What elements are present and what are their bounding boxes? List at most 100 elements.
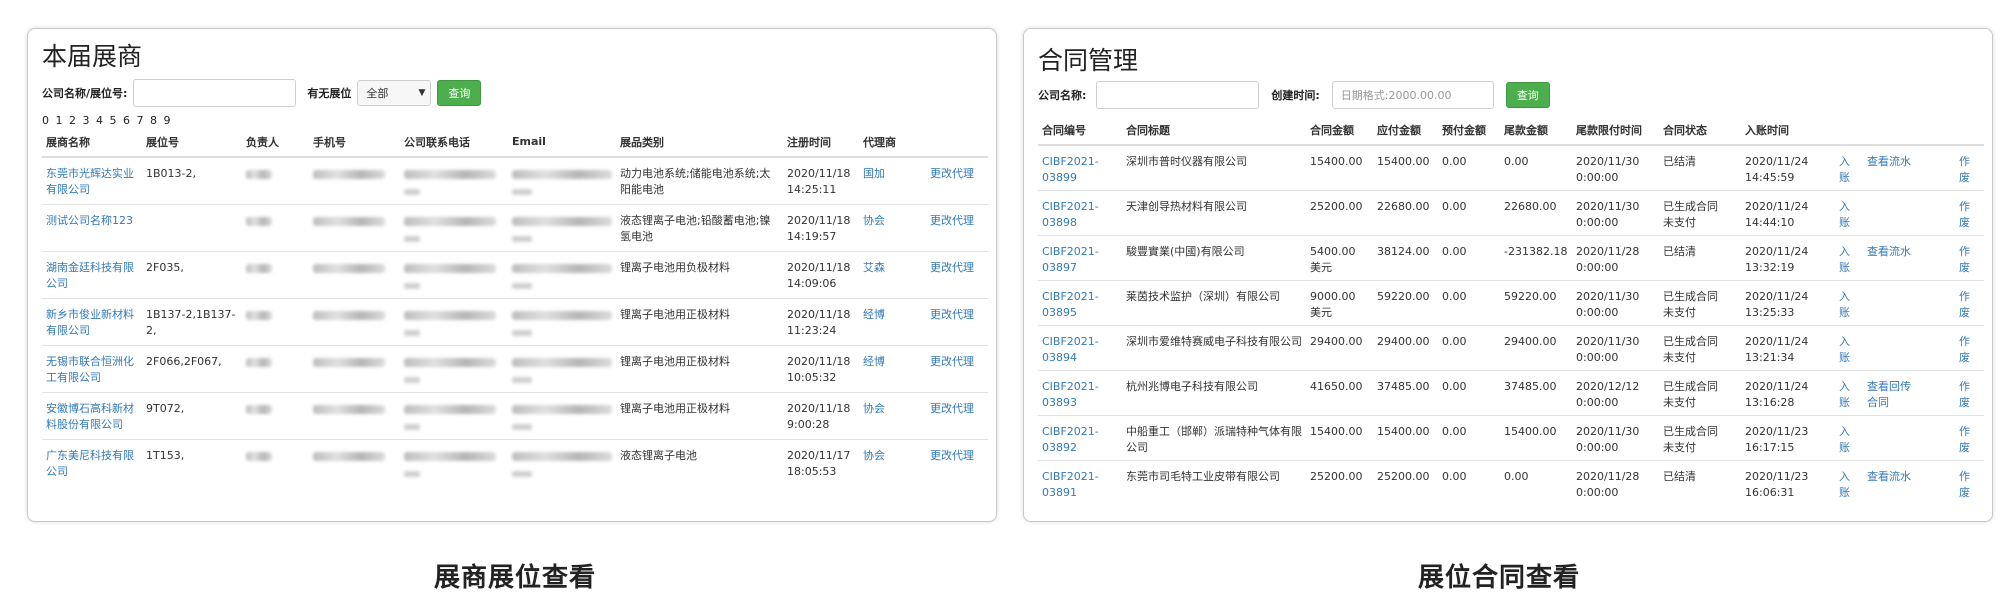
column-header[interactable]: 展位号 xyxy=(142,127,242,158)
contract-id-line[interactable]: 03898 xyxy=(1042,215,1118,231)
void-link-line[interactable]: 废 xyxy=(1959,305,1980,321)
post-entry-link-line[interactable]: 账 xyxy=(1839,440,1859,456)
contract-id-line[interactable]: 03897 xyxy=(1042,260,1118,276)
post-entry-link-line[interactable]: 入 xyxy=(1839,424,1859,440)
agent-link[interactable]: 国加 xyxy=(863,167,885,180)
view-record-link-line[interactable]: 查看流水 xyxy=(1867,154,1951,170)
column-header[interactable]: 公司联系电话 xyxy=(400,127,508,158)
post-entry-link-line[interactable]: 账 xyxy=(1839,215,1859,231)
contract-id-line[interactable]: 03899 xyxy=(1042,170,1118,186)
column-header[interactable]: 展品类别 xyxy=(616,127,783,158)
contract-id-line[interactable]: CIBF2021- xyxy=(1042,244,1118,260)
void-link-line[interactable]: 废 xyxy=(1959,260,1980,276)
change-agent-link[interactable]: 更改代理 xyxy=(930,308,974,321)
contract-id-line[interactable]: CIBF2021- xyxy=(1042,199,1118,215)
view-record-link-line[interactable]: 合同 xyxy=(1867,395,1951,411)
void-link-line[interactable]: 作 xyxy=(1959,424,1980,440)
void-link-line[interactable]: 废 xyxy=(1959,215,1980,231)
void-link-line[interactable]: 作 xyxy=(1959,289,1980,305)
column-header[interactable]: 手机号 xyxy=(309,127,400,158)
change-agent-link[interactable]: 更改代理 xyxy=(930,261,974,274)
column-header[interactable]: 入账时间 xyxy=(1741,115,1835,146)
column-header[interactable]: 负责人 xyxy=(242,127,309,158)
contract-id-line[interactable]: 03893 xyxy=(1042,395,1118,411)
post-entry-link-line[interactable]: 账 xyxy=(1839,170,1859,186)
post-entry-link-line[interactable]: 入 xyxy=(1839,199,1859,215)
column-header[interactable]: 尾款限付时间 xyxy=(1572,115,1659,146)
void-link-line[interactable]: 作 xyxy=(1959,199,1980,215)
column-header[interactable]: 代理商 xyxy=(859,127,926,158)
void-link-line[interactable]: 废 xyxy=(1959,440,1980,456)
post-entry-link-line[interactable]: 账 xyxy=(1839,485,1859,501)
contract-id-line[interactable]: 03895 xyxy=(1042,305,1118,321)
void-link-line[interactable]: 废 xyxy=(1959,485,1980,501)
view-record-link-line[interactable]: 查看流水 xyxy=(1867,244,1951,260)
view-record-link-line[interactable]: 查看流水 xyxy=(1867,469,1951,485)
void-link-line[interactable]: 作 xyxy=(1959,469,1980,485)
agent-link[interactable]: 经博 xyxy=(863,355,885,368)
exhibitor-name-link[interactable]: 新乡市俊业新材料有限公司 xyxy=(46,308,134,337)
redacted-value xyxy=(512,264,612,273)
contract-id-line[interactable]: CIBF2021- xyxy=(1042,334,1118,350)
column-header[interactable]: 展商名称 xyxy=(42,127,142,158)
exhibitor-name-link[interactable]: 湖南金廷科技有限公司 xyxy=(46,261,134,290)
column-header[interactable]: Email xyxy=(508,127,616,158)
column-header[interactable]: 合同编号 xyxy=(1038,115,1122,146)
void-link-line[interactable]: 作 xyxy=(1959,379,1980,395)
post-entry-link-line[interactable]: 入 xyxy=(1839,469,1859,485)
agent-link[interactable]: 协会 xyxy=(863,402,885,415)
change-agent-link[interactable]: 更改代理 xyxy=(930,167,974,180)
contract-id-line[interactable]: 03894 xyxy=(1042,350,1118,366)
post-entry-link-line[interactable]: 账 xyxy=(1839,395,1859,411)
column-header[interactable]: 合同状态 xyxy=(1659,115,1741,146)
agent-link[interactable]: 艾森 xyxy=(863,261,885,274)
contract-id-line[interactable]: CIBF2021- xyxy=(1042,469,1118,485)
post-entry-link-line[interactable]: 入 xyxy=(1839,379,1859,395)
created-time-input[interactable]: 日期格式:2000.00.00 xyxy=(1331,81,1494,109)
contract-id-line[interactable]: CIBF2021- xyxy=(1042,379,1118,395)
column-header[interactable]: 合同标题 xyxy=(1122,115,1306,146)
column-header[interactable]: 合同金额 xyxy=(1306,115,1373,146)
column-header[interactable]: 尾款金额 xyxy=(1500,115,1572,146)
exhibitor-query-button[interactable]: 查询 xyxy=(437,80,482,106)
agent-link[interactable]: 协会 xyxy=(863,449,885,462)
exhibitor-name-link[interactable]: 安徽博石高科新材料股份有限公司 xyxy=(46,402,134,431)
company-booth-input[interactable] xyxy=(133,79,297,107)
contract-query-button[interactable]: 查询 xyxy=(1505,82,1550,108)
void-link-line[interactable]: 废 xyxy=(1959,395,1980,411)
exhibitor-name-link[interactable]: 广东美尼科技有限公司 xyxy=(46,449,134,478)
void-link-line[interactable]: 作 xyxy=(1959,154,1980,170)
void-link-line[interactable]: 废 xyxy=(1959,170,1980,186)
post-entry-link-line[interactable]: 账 xyxy=(1839,305,1859,321)
change-agent-link[interactable]: 更改代理 xyxy=(930,449,974,462)
contract-id-line[interactable]: CIBF2021- xyxy=(1042,424,1118,440)
column-header[interactable]: 注册时间 xyxy=(783,127,859,158)
void-link-line[interactable]: 废 xyxy=(1959,350,1980,366)
column-header[interactable]: 应付金额 xyxy=(1373,115,1438,146)
has-booth-select[interactable]: 全部 ▼ xyxy=(357,80,432,106)
change-agent-link[interactable]: 更改代理 xyxy=(930,355,974,368)
post-entry-link-line[interactable]: 账 xyxy=(1839,350,1859,366)
contract-id-line[interactable]: CIBF2021- xyxy=(1042,289,1118,305)
post-entry-link-line[interactable]: 入 xyxy=(1839,334,1859,350)
view-record-link-line[interactable]: 查看回传 xyxy=(1867,379,1951,395)
contract-id-line[interactable]: 03892 xyxy=(1042,440,1118,456)
company-name-input[interactable] xyxy=(1096,81,1260,109)
exhibitor-name-link[interactable]: 测试公司名称123 xyxy=(46,214,133,227)
change-agent-link[interactable]: 更改代理 xyxy=(930,214,974,227)
change-agent-link[interactable]: 更改代理 xyxy=(930,402,974,415)
contract-id-line[interactable]: 03891 xyxy=(1042,485,1118,501)
contract-id-line[interactable]: CIBF2021- xyxy=(1042,154,1118,170)
exhibitor-name-link[interactable]: 无锡市联合恒洲化工有限公司 xyxy=(46,355,134,384)
post-entry-link-line[interactable]: 入 xyxy=(1839,244,1859,260)
agent-link[interactable]: 协会 xyxy=(863,214,885,227)
agent-link[interactable]: 经博 xyxy=(863,308,885,321)
void-link-line[interactable]: 作 xyxy=(1959,244,1980,260)
void-link-line[interactable]: 作 xyxy=(1959,334,1980,350)
post-entry-link-line[interactable]: 入 xyxy=(1839,154,1859,170)
column-header[interactable]: 预付金额 xyxy=(1438,115,1500,146)
pagination[interactable]: 0 1 2 3 4 5 6 7 8 9 xyxy=(42,114,172,127)
exhibitor-name-link[interactable]: 东莞市光辉达实业有限公司 xyxy=(46,167,134,196)
post-entry-link-line[interactable]: 入 xyxy=(1839,289,1859,305)
post-entry-link-line[interactable]: 账 xyxy=(1839,260,1859,276)
